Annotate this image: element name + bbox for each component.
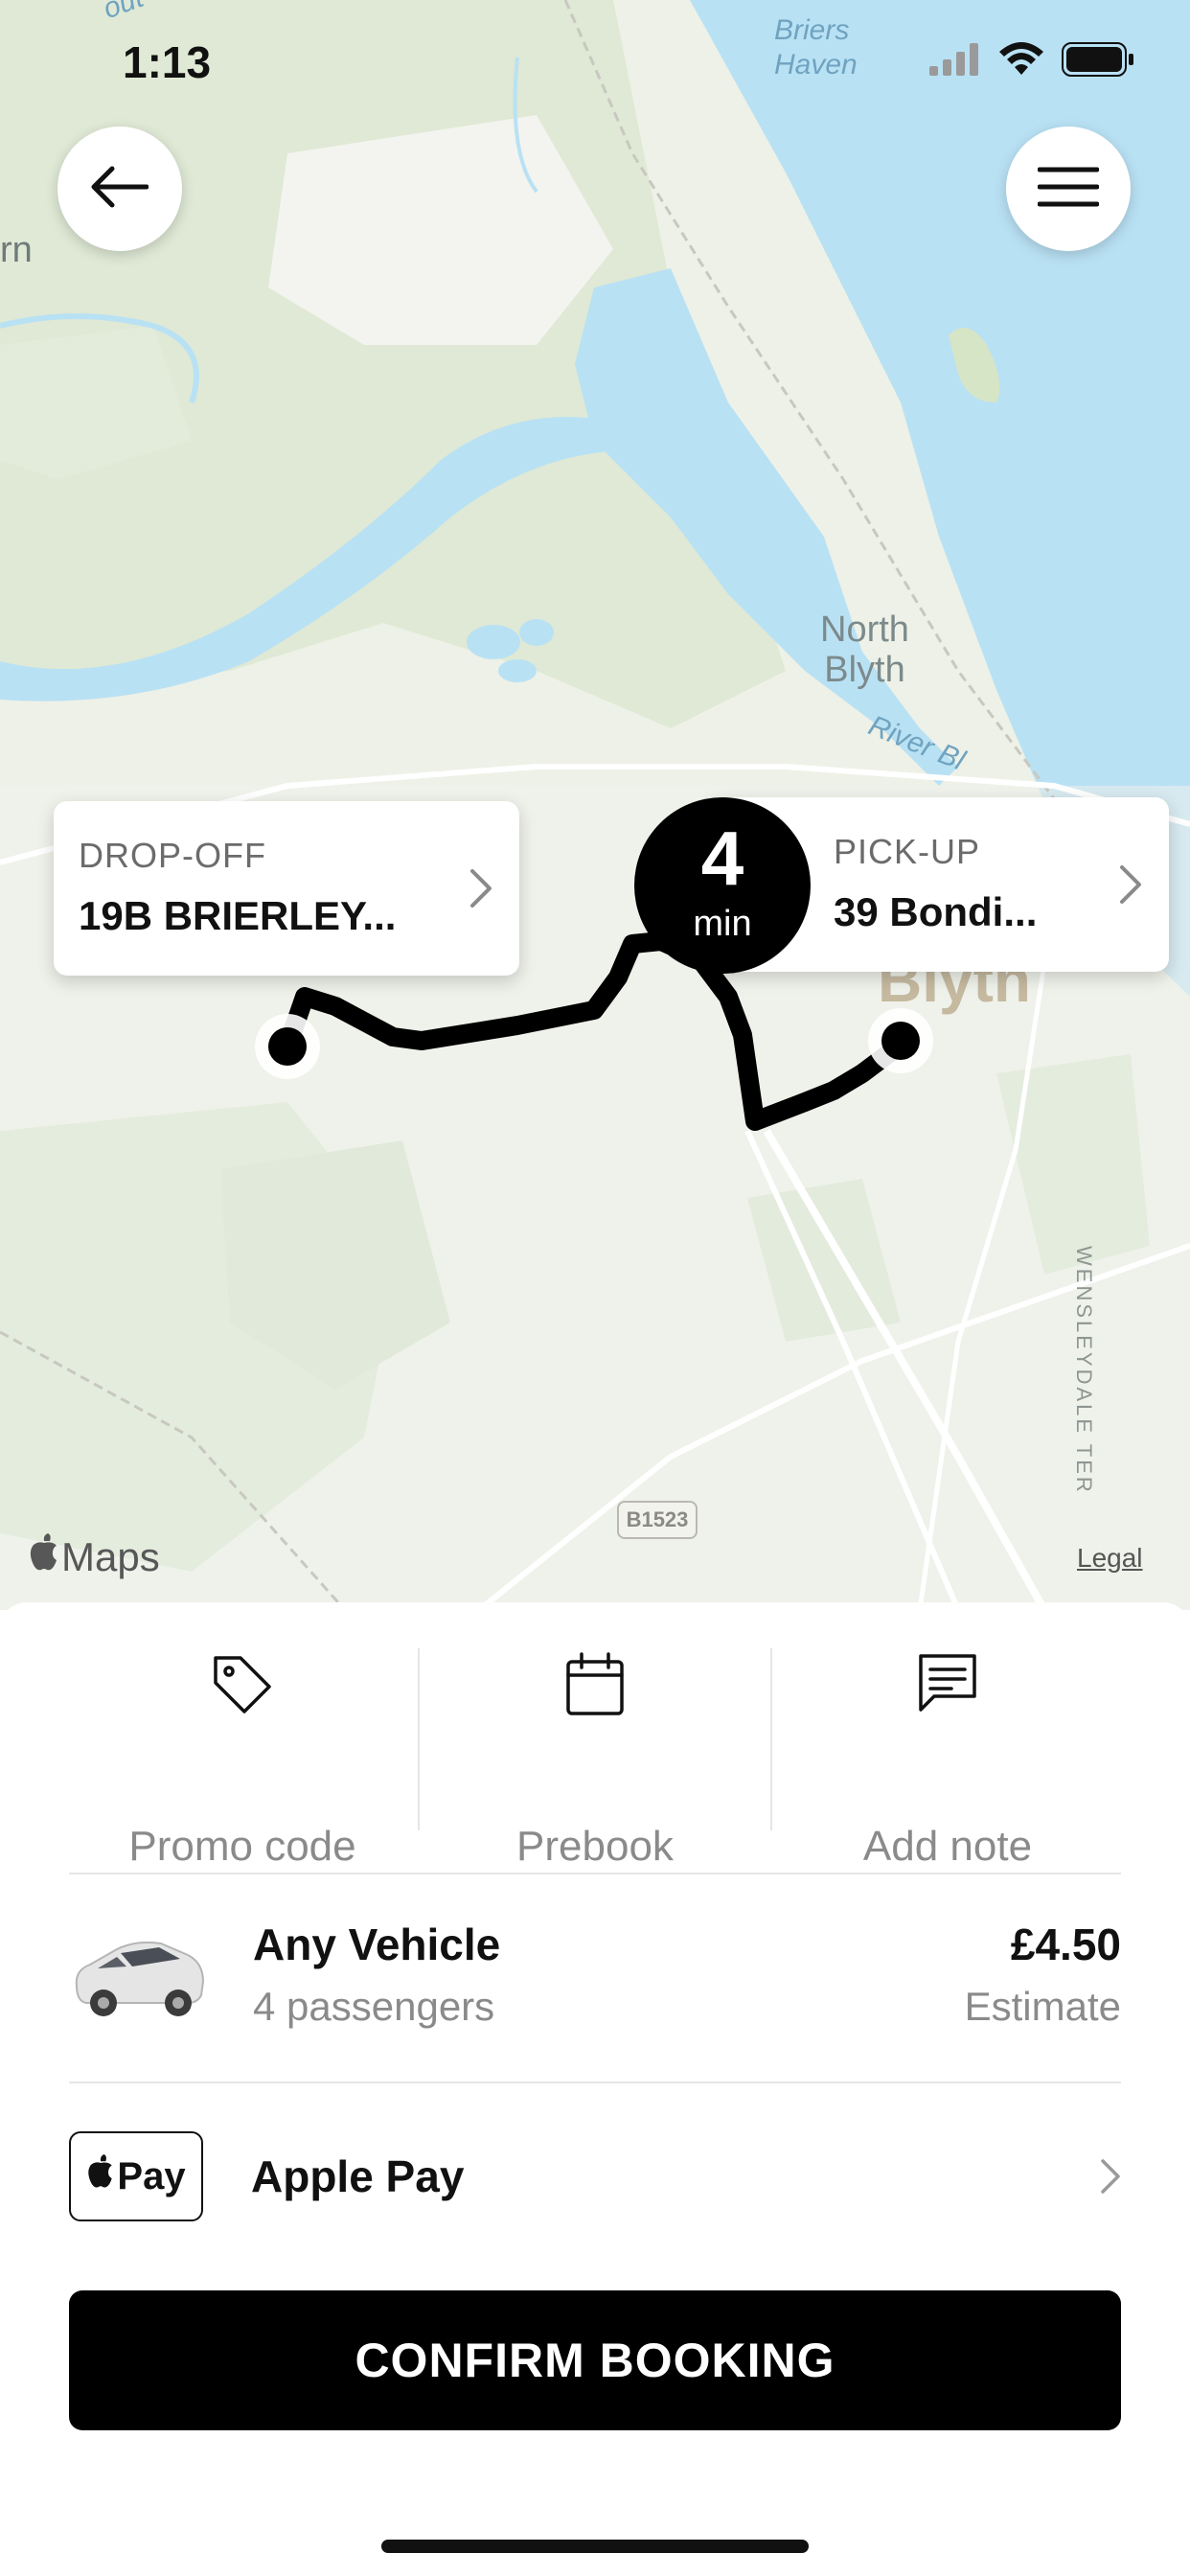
place-label-briers-haven: Briers Haven [774,14,858,80]
dropoff-caption: DROP-OFF [79,836,266,875]
maps-credit: Maps [29,1533,160,1581]
map-label-corner-left: rn [0,230,33,270]
chevron-right-icon [469,868,492,913]
add-note-label: Add note [862,1823,1033,1870]
street-label: WENSLEYDALE TER [1072,1246,1096,1495]
note-icon [772,1652,1123,1714]
eta-badge: 4 min [634,797,811,974]
map-view[interactable]: North Blyth Briers Haven River Bl Blyth … [0,0,1190,1610]
fare-price: £4.50 [1010,1920,1121,1969]
status-time: 1:13 [123,37,212,87]
pickup-caption: PICK-UP [834,832,981,871]
promo-code-label: Promo code [128,1823,356,1870]
prebook-label: Prebook [516,1823,674,1870]
add-note-button[interactable]: Add note [772,1652,1123,1870]
eta-unit: min [693,904,752,944]
payment-method-label[interactable]: Apple Pay [251,2150,464,2202]
dropoff-address: 19B BRIERLEY... [79,893,397,938]
confirm-booking-button[interactable]: CONFIRM BOOKING [69,2290,1121,2430]
maps-credit-text: Maps [61,1534,160,1579]
apple-logo-icon [86,2154,115,2198]
dropoff-callout[interactable]: DROP-OFF 19B BRIERLEY... [54,801,519,976]
back-button[interactable] [57,126,182,251]
back-arrow-icon [91,166,149,213]
road-shield-b1523: B1523 [617,1501,698,1539]
chevron-right-icon[interactable] [1100,2158,1121,2199]
battery-icon [1062,42,1134,81]
apple-logo-icon [29,1533,59,1581]
eta-value: 4 [700,816,744,901]
status-icons [929,42,1134,81]
car-icon [69,1919,209,2031]
legal-link[interactable]: Legal [1077,1543,1143,1574]
chevron-right-icon [1119,864,1142,909]
menu-button[interactable] [1006,126,1131,251]
hamburger-menu-icon [1037,166,1100,213]
divider [69,2082,1121,2083]
booking-sheet: Promo code Prebook Add note Any Vehicle … [0,1602,1190,2576]
pickup-address: 39 Bondi... [834,889,1038,934]
place-label-north-blyth: North Blyth [820,610,909,690]
fare-note: Estimate [964,1984,1121,2029]
vehicle-capacity: 4 passengers [253,1984,495,2029]
apple-pay-badge[interactable]: Pay [69,2131,203,2221]
apple-pay-badge-text: Pay [117,2154,186,2197]
tag-icon [67,1652,418,1717]
vehicle-name: Any Vehicle [253,1920,501,1969]
promo-code-button[interactable]: Promo code [67,1652,418,1870]
wifi-icon [998,42,1044,81]
home-indicator[interactable] [381,2540,809,2553]
divider [69,1873,1121,1874]
calendar-icon [420,1652,770,1717]
cellular-signal-icon [929,43,981,80]
prebook-button[interactable]: Prebook [420,1652,770,1870]
